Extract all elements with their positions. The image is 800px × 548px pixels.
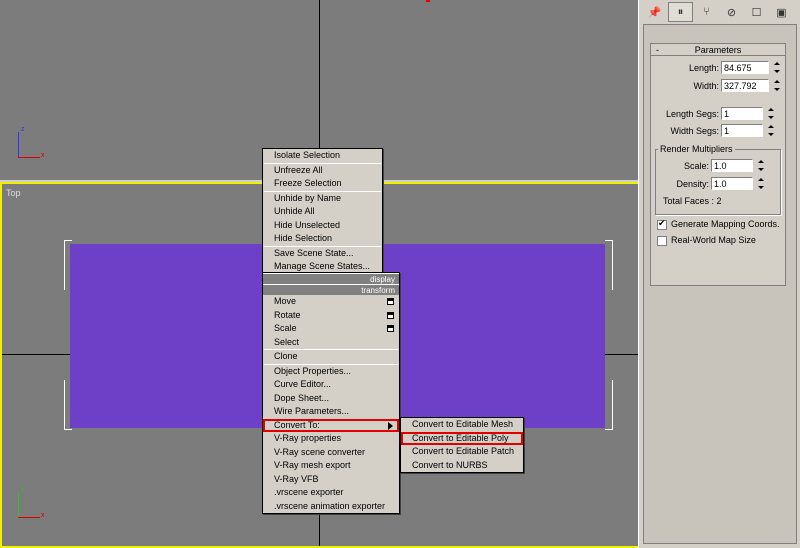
menu-header-transform: transform [263, 284, 399, 295]
menu-header-display: display [263, 273, 399, 284]
total-faces: Total Faces : 2 [663, 196, 722, 206]
menu-item-wire-parameters[interactable]: Wire Parameters... [263, 405, 399, 419]
command-panel: 📌 ⏸ ⑂ ⊘ ☐ ▣ - Parameters Length: Width: … [638, 0, 800, 548]
menu-item-convert-editable-poly[interactable]: Convert to Editable Poly [401, 431, 523, 445]
pivot-marker [426, 0, 430, 2]
submenu-arrow-icon [388, 421, 393, 430]
menu-item-convert-nurbs[interactable]: Convert to NURBS [401, 459, 523, 473]
selection-bracket [605, 240, 613, 290]
menu-item-dope-sheet[interactable]: Dope Sheet... [263, 392, 399, 406]
length-segs-spinner-icon[interactable] [767, 107, 775, 120]
length-segs-row: Length Segs: [651, 107, 787, 121]
generate-mapping-checkbox[interactable] [657, 218, 667, 230]
real-world-map-checkbox[interactable] [657, 236, 667, 246]
viewport-label[interactable]: Top [6, 188, 21, 198]
quad-menu-display: Isolate Selection Unfreeze All Freeze Se… [262, 148, 383, 275]
motion-icon[interactable]: ⊘ [720, 2, 743, 22]
parameters-rollout: Length: Width: Length Segs: Width Segs: … [650, 56, 786, 286]
menu-item-unhide-all[interactable]: Unhide All [263, 205, 382, 219]
length-row: Length: [651, 61, 787, 75]
scale-spinner-icon[interactable] [757, 159, 765, 172]
menu-item-select[interactable]: Select [263, 336, 399, 350]
menu-item-vrscene-animation-exporter[interactable]: .vrscene animation exporter [263, 500, 399, 514]
selection-bracket [64, 380, 72, 430]
selection-bracket [605, 380, 613, 430]
generate-mapping-label: Generate Mapping Coords. [671, 219, 780, 229]
parameters-rollout-header[interactable]: - Parameters [650, 43, 786, 56]
menu-item-vray-mesh-export[interactable]: V-Ray mesh export [263, 459, 399, 473]
menu-item-rotate[interactable]: Rotate [263, 309, 399, 323]
settings-box-icon[interactable] [387, 311, 394, 319]
width-row: Width: [651, 79, 787, 93]
length-spinner-icon[interactable] [773, 61, 781, 74]
rollout-title: Parameters [694, 45, 742, 55]
menu-item-unhide-by-name[interactable]: Unhide by Name [263, 192, 382, 206]
menu-item-convert-editable-mesh[interactable]: Convert to Editable Mesh [401, 418, 523, 432]
density-row: Density: [651, 177, 787, 191]
width-segs-spinner-icon[interactable] [767, 124, 775, 137]
settings-box-icon[interactable] [387, 298, 394, 305]
menu-item-clone[interactable]: Clone [263, 350, 399, 364]
menu-item-move[interactable]: Move [263, 295, 399, 309]
selection-bracket [64, 240, 72, 290]
menu-item-convert-to[interactable]: Convert To: [263, 418, 399, 432]
scale-field[interactable] [711, 159, 753, 172]
menu-item-vray-vfb[interactable]: V-Ray VFB [263, 473, 399, 487]
menu-item-isolate-selection[interactable]: Isolate Selection [263, 149, 382, 163]
density-field[interactable] [711, 177, 753, 190]
real-world-map-label: Real-World Map Size [671, 235, 756, 245]
utilities-icon[interactable]: ▣ [770, 2, 793, 22]
convert-to-submenu: Convert to Editable Mesh Convert to Edit… [400, 417, 524, 473]
quad-menu-transform: display transform Move Rotate Scale Sele… [262, 272, 400, 514]
pin-icon[interactable]: 📌 [643, 2, 666, 22]
menu-item-curve-editor[interactable]: Curve Editor... [263, 378, 399, 392]
menu-item-vrscene-exporter[interactable]: .vrscene exporter [263, 486, 399, 500]
width-segs-row: Width Segs: [651, 124, 787, 138]
rollout-toggle[interactable]: - [656, 44, 659, 56]
menu-item-hide-selection[interactable]: Hide Selection [263, 232, 382, 246]
menu-item-save-scene-state[interactable]: Save Scene State... [263, 247, 382, 261]
menu-item-scale[interactable]: Scale [263, 322, 399, 336]
menu-item-unfreeze-all[interactable]: Unfreeze All [263, 164, 382, 178]
menu-item-hide-unselected[interactable]: Hide Unselected [263, 219, 382, 233]
modify-icon[interactable]: ⏸ [668, 2, 693, 22]
width-spinner-icon[interactable] [773, 79, 781, 92]
length-segs-field[interactable] [721, 107, 763, 120]
menu-item-convert-editable-patch[interactable]: Convert to Editable Patch [401, 445, 523, 459]
menu-item-freeze-selection[interactable]: Freeze Selection [263, 177, 382, 191]
settings-box-icon[interactable] [387, 325, 394, 332]
menu-item-object-properties[interactable]: Object Properties... [263, 365, 399, 379]
width-field[interactable] [721, 79, 769, 92]
scale-row: Scale: [651, 159, 787, 173]
display-icon[interactable]: ☐ [745, 2, 768, 22]
command-panel-tabs: 📌 ⏸ ⑂ ⊘ ☐ ▣ [643, 2, 793, 22]
length-field[interactable] [721, 61, 769, 74]
panel-body: - Parameters Length: Width: Length Segs:… [643, 24, 797, 544]
menu-item-vray-scene-converter[interactable]: V-Ray scene converter [263, 446, 399, 460]
menu-item-vray-properties[interactable]: V-Ray properties [263, 432, 399, 446]
hierarchy-icon[interactable]: ⑂ [695, 2, 718, 22]
render-multipliers-title: Render Multipliers [658, 144, 735, 154]
width-segs-field[interactable] [721, 124, 763, 137]
density-spinner-icon[interactable] [757, 177, 765, 190]
